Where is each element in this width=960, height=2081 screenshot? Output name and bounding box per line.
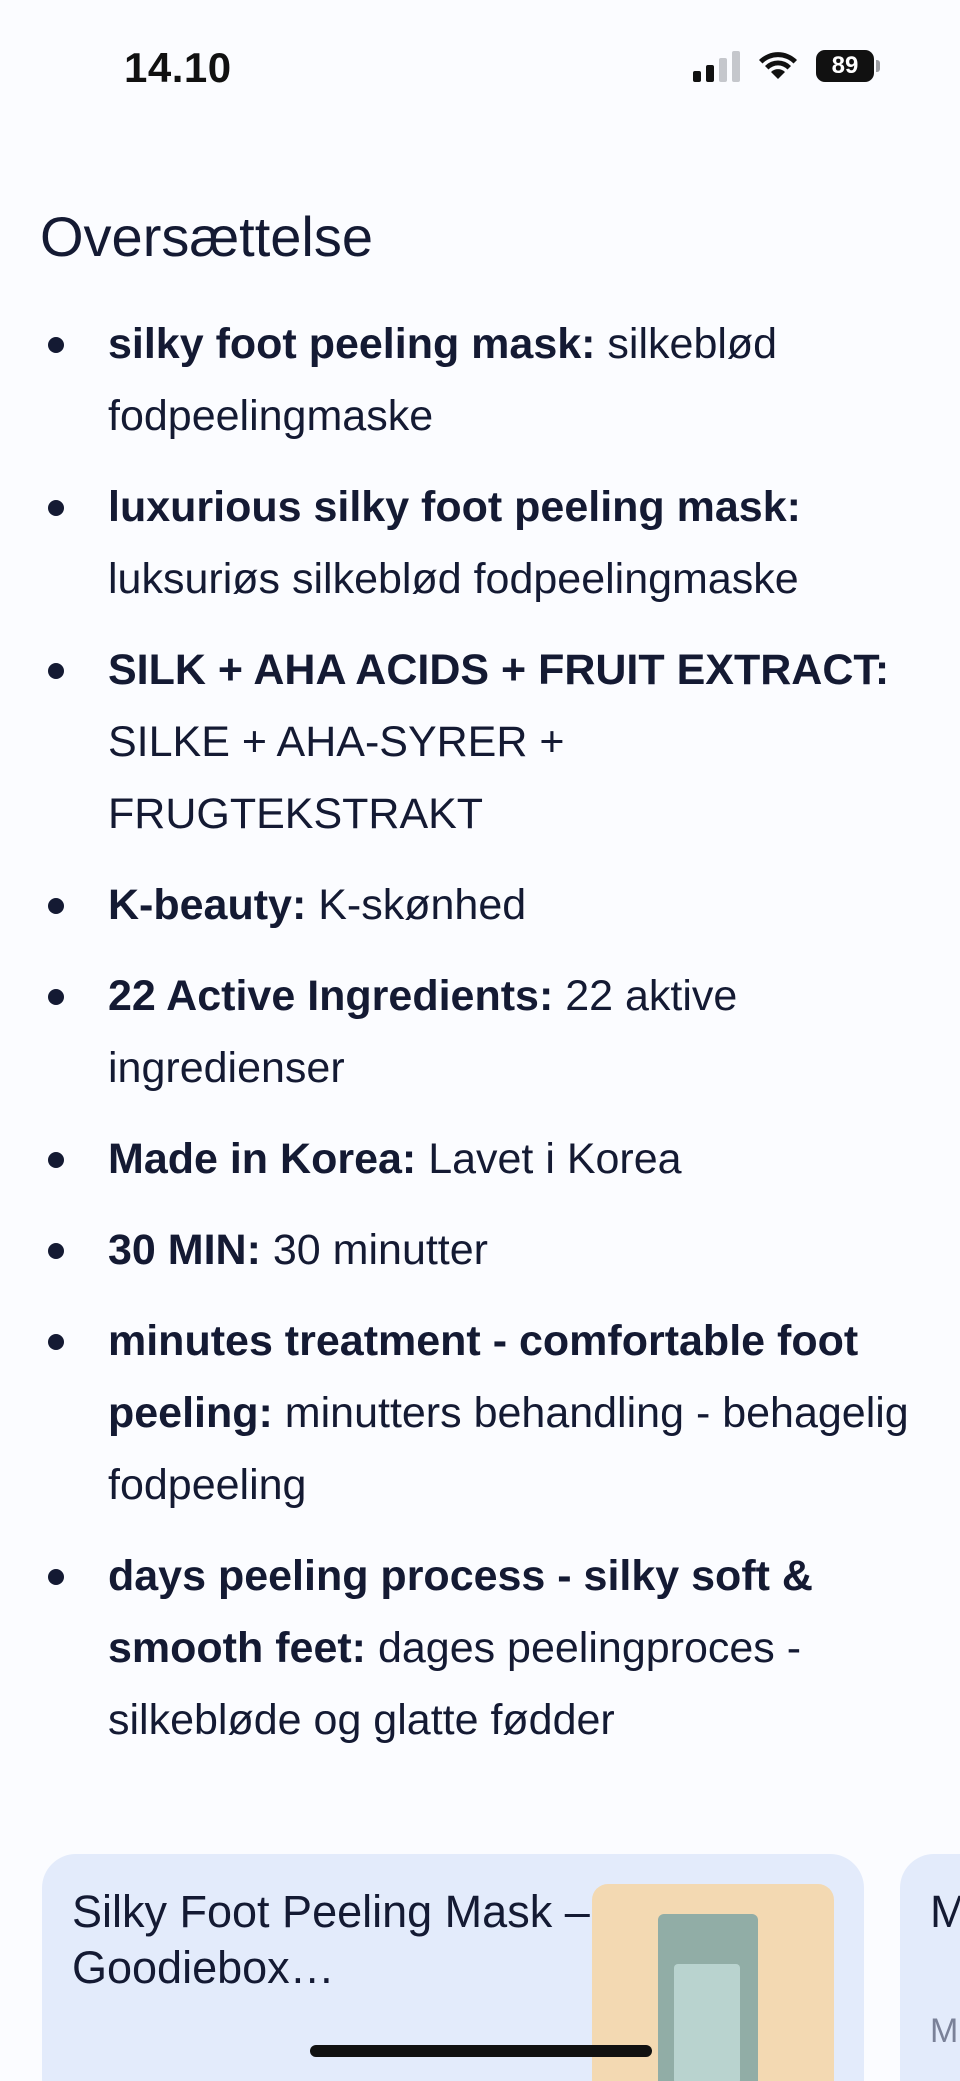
list-item: SILK + AHA ACIDS + FRUIT EXTRACT: SILKE … [0,634,960,850]
bullet-icon [48,337,64,353]
result-card-next-subtitle: M M [930,2012,960,2050]
term: luxurious silky foot peeling mask: [108,483,801,531]
result-card-next-title[interactable]: M P [930,1884,960,1940]
home-indicator[interactable] [310,2045,652,2057]
list-item: 30 MIN: 30 minutter [0,1214,960,1286]
translation-text: luksuriøs silkeblød fodpeelingmaske [108,555,799,603]
list-item: days peeling process - silky soft & smoo… [0,1540,960,1756]
bullet-icon [48,663,64,679]
status-icons: 89 [693,50,880,82]
bullet-icon [48,898,64,914]
term: 30 MIN: [108,1226,261,1274]
bullet-icon [48,1152,64,1168]
translation-text: SILKE + AHA-SYRER + FRUGTEKSTRAKT [108,718,565,838]
term: SILK + AHA ACIDS + FRUIT EXTRACT: [108,646,890,694]
result-card-next[interactable]: M P M M [900,1854,960,2081]
bullet-icon [48,1334,64,1350]
section-title: Oversættelse [40,205,373,268]
battery-icon: 89 [816,50,880,82]
translation-list: silky foot peeling mask: silkeblød fodpe… [0,308,960,1775]
bullet-icon [48,1243,64,1259]
list-item: K-beauty: K-skønhed [0,869,960,941]
battery-level: 89 [816,50,874,82]
term: 22 Active Ingredients: [108,972,554,1020]
wifi-icon [759,52,797,79]
bullet-icon [48,500,64,516]
bullet-icon [48,989,64,1005]
product-label-image [674,1964,740,2081]
translation-text: 30 minutter [272,1226,488,1274]
result-card-title[interactable]: Silky Foot Peeling Mask – Goodiebox… [72,1884,592,1996]
list-item: luxurious silky foot peeling mask: luksu… [0,471,960,615]
list-item: silky foot peeling mask: silkeblød fodpe… [0,308,960,452]
status-time: 14.10 [124,44,232,91]
term: K-beauty: [108,881,307,929]
list-item: Made in Korea: Lavet i Korea [0,1123,960,1195]
term: Made in Korea: [108,1135,417,1183]
status-bar: 14.10 89 [0,0,960,140]
list-item: 22 Active Ingredients: 22 aktive ingredi… [0,960,960,1104]
translation-text: Lavet i Korea [428,1135,682,1183]
term: silky foot peeling mask: [108,320,596,368]
translation-text: K-skønhed [318,881,527,929]
bullet-icon [48,1569,64,1585]
list-item: minutes treatment - comfortable foot pee… [0,1305,960,1521]
cellular-signal-icon [693,50,740,82]
